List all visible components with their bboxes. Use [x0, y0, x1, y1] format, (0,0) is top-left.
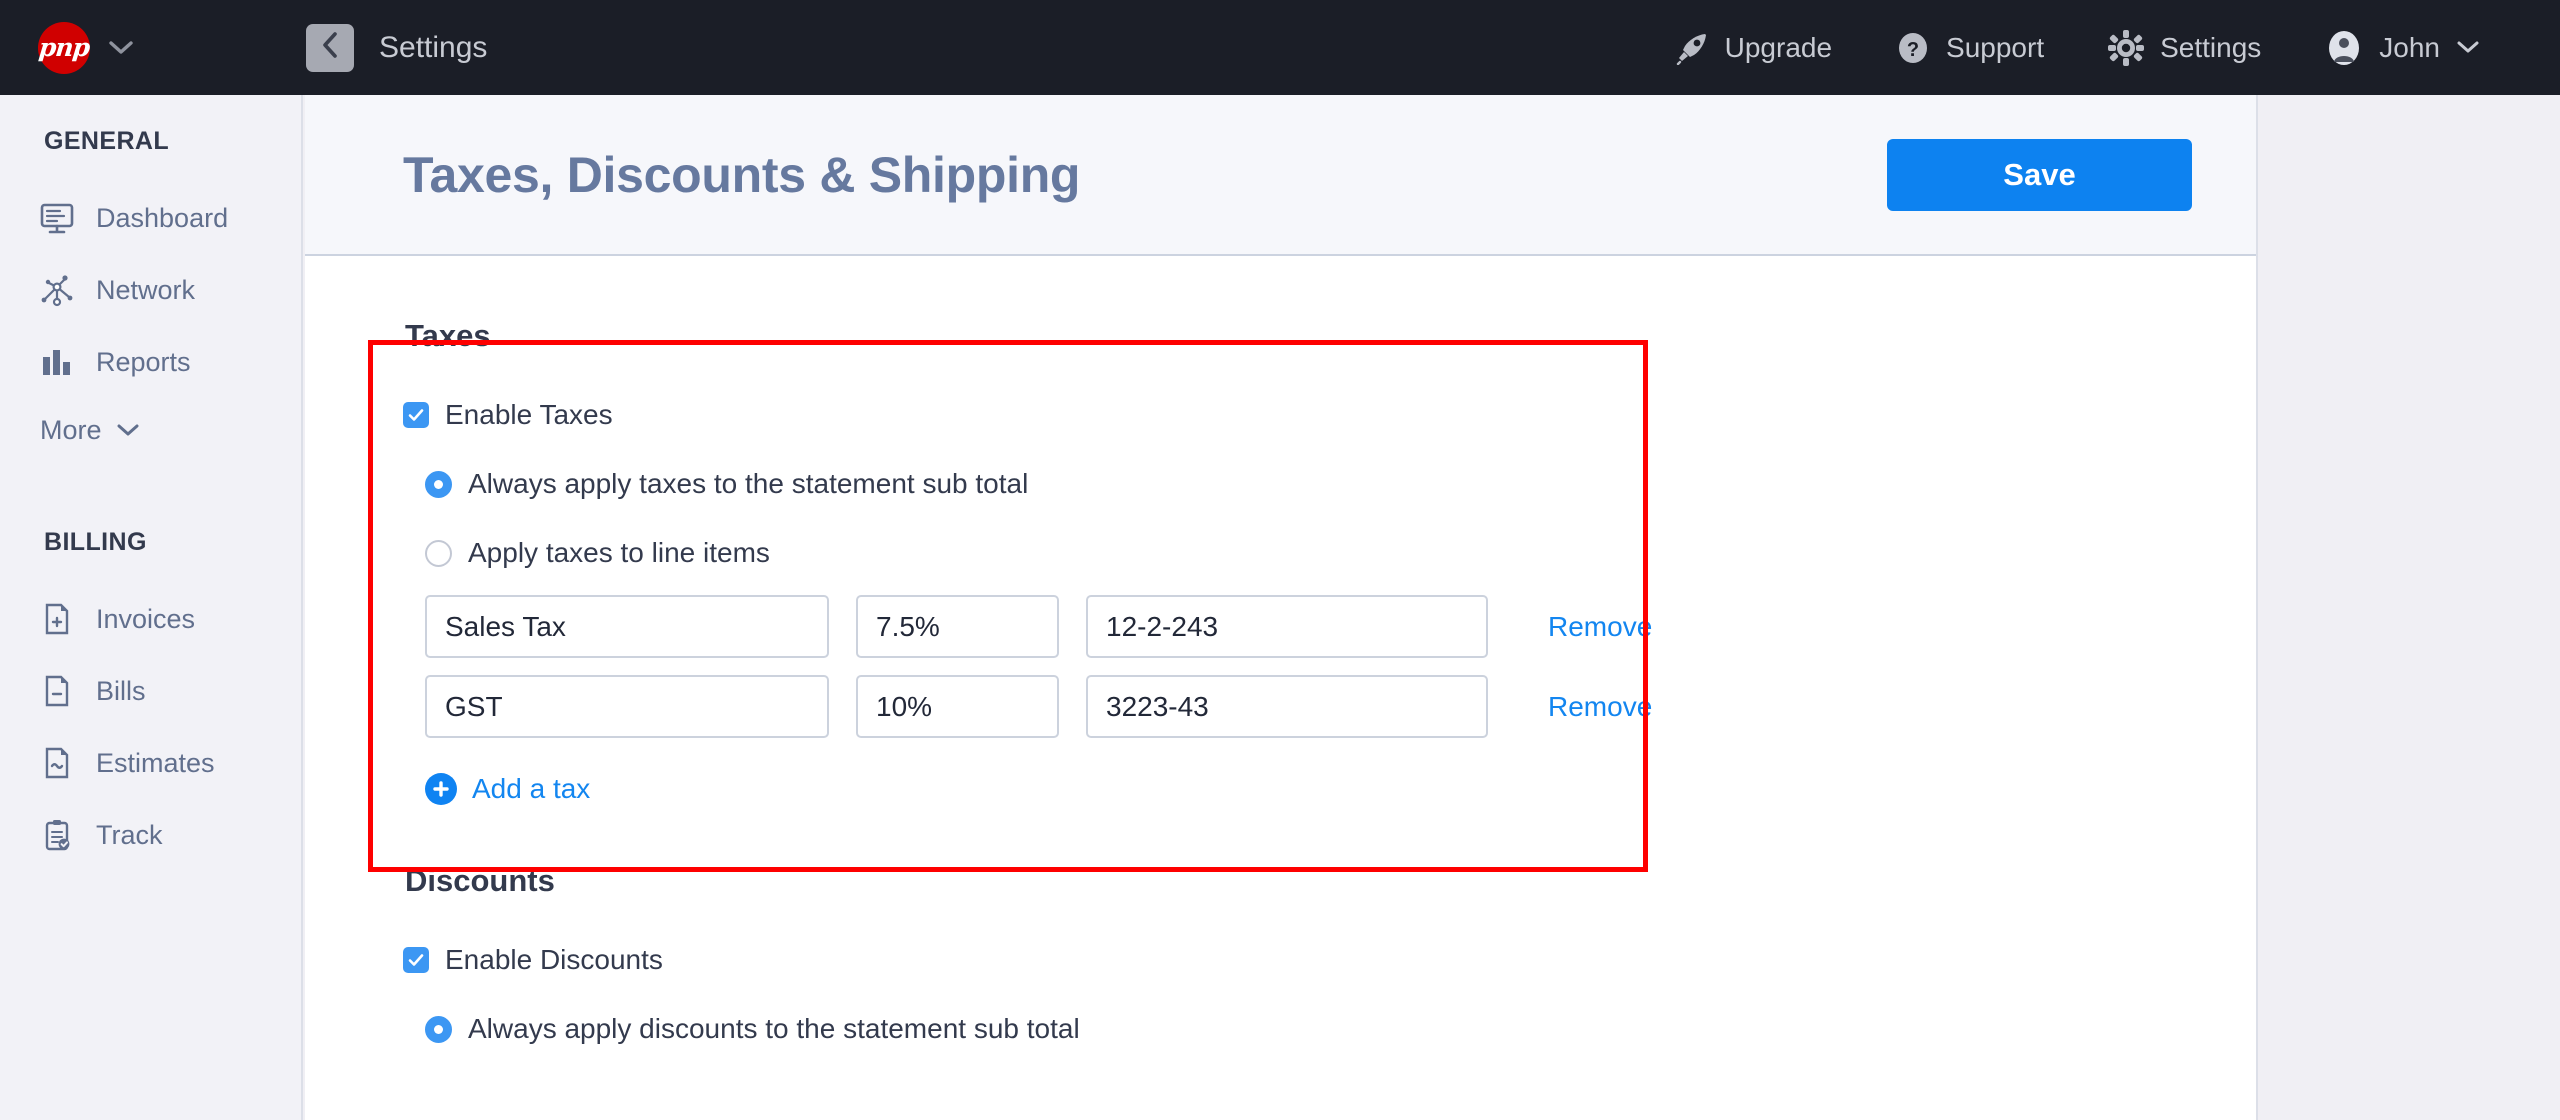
chevron-down-icon[interactable]: [2456, 40, 2480, 55]
enable-discounts-label: Enable Discounts: [445, 944, 663, 976]
chevron-left-icon: [320, 31, 340, 64]
tax-rate-input[interactable]: [856, 675, 1059, 738]
radio-button[interactable]: [425, 540, 452, 567]
top-bar: pnp Settings Upgrade: [0, 0, 2560, 95]
remove-tax-link[interactable]: Remove: [1548, 691, 1652, 723]
sidebar-heading-billing: BILLING: [0, 528, 301, 557]
question-circle-icon: ?: [1896, 31, 1930, 65]
check-icon: [406, 405, 426, 425]
sidebar-item-label: Reports: [96, 347, 191, 378]
check-icon: [406, 950, 426, 970]
bar-chart-icon: [40, 345, 74, 379]
settings-body: Taxes Enable Taxes Always apply taxes to…: [305, 256, 2256, 1045]
sidebar-item-estimates[interactable]: Estimates: [0, 727, 301, 799]
sidebar-item-track[interactable]: Track: [0, 799, 301, 871]
enable-discounts-checkbox[interactable]: [403, 947, 429, 973]
document-minus-icon: [40, 674, 74, 708]
enable-discounts-checkbox-row[interactable]: Enable Discounts: [403, 944, 2256, 976]
tax-option-line-items[interactable]: Apply taxes to line items: [425, 537, 2256, 569]
enable-taxes-label: Enable Taxes: [445, 399, 613, 431]
brand-logo-text: pnp: [37, 33, 90, 62]
taxes-section-title: Taxes: [405, 318, 2256, 354]
document-tilde-icon: [40, 746, 74, 780]
sidebar-item-reports[interactable]: Reports: [0, 326, 301, 398]
table-row: Remove: [425, 675, 2256, 738]
tax-number-input[interactable]: [1086, 595, 1488, 658]
nav-item-label: Support: [1946, 32, 2044, 64]
brand-logo-pnp[interactable]: pnp: [38, 22, 90, 74]
discount-option-statement-subtotal[interactable]: Always apply discounts to the statement …: [425, 1013, 2256, 1045]
discount-option-label: Always apply discounts to the statement …: [468, 1013, 1080, 1045]
topbar-nav: Upgrade ? Support: [1643, 0, 2512, 95]
rocket-icon: [1675, 31, 1709, 65]
discounts-section: Discounts Enable Discounts Always apply …: [403, 805, 2256, 1045]
nav-item-upgrade[interactable]: Upgrade: [1643, 31, 1864, 65]
radio-button-selected[interactable]: [425, 1016, 452, 1043]
sidebar-item-network[interactable]: Network: [0, 254, 301, 326]
sidebar-heading-general: GENERAL: [0, 127, 301, 156]
add-a-tax-button[interactable]: Add a tax: [425, 773, 2256, 805]
document-plus-icon: [40, 602, 74, 636]
sidebar: GENERAL Dashboard: [0, 95, 303, 1120]
sidebar-item-label: Estimates: [96, 748, 215, 779]
chevron-down-icon[interactable]: [108, 40, 134, 56]
topbar-section-title: Settings: [379, 31, 487, 65]
gear-icon: [2108, 30, 2144, 66]
plus-circle-icon: [425, 773, 457, 805]
remove-tax-link[interactable]: Remove: [1548, 611, 1652, 643]
clipboard-check-icon: [40, 818, 74, 852]
enable-taxes-checkbox-row[interactable]: Enable Taxes: [403, 399, 2256, 431]
enable-taxes-checkbox[interactable]: [403, 402, 429, 428]
tax-number-input[interactable]: [1086, 675, 1488, 738]
tax-option-statement-subtotal[interactable]: Always apply taxes to the statement sub …: [425, 468, 2256, 500]
taxes-section: Taxes Enable Taxes Always apply taxes to…: [403, 256, 2256, 805]
sidebar-item-label: Bills: [96, 676, 146, 707]
sidebar-more-toggle[interactable]: More: [0, 398, 301, 462]
network-nodes-icon: [40, 273, 74, 307]
nav-item-user[interactable]: John: [2293, 29, 2512, 67]
avatar-icon: [2325, 29, 2363, 67]
nav-item-label: Settings: [2160, 32, 2261, 64]
svg-text:?: ?: [1907, 39, 1919, 61]
sidebar-item-bills[interactable]: Bills: [0, 655, 301, 727]
add-a-tax-label: Add a tax: [472, 773, 590, 805]
tax-rows-table: Remove Remove: [425, 595, 2256, 738]
discounts-section-title: Discounts: [405, 863, 2256, 899]
sidebar-item-label: Network: [96, 275, 195, 306]
chevron-down-icon: [116, 423, 140, 438]
tax-option-label: Always apply taxes to the statement sub …: [468, 468, 1028, 500]
page-header: Taxes, Discounts & Shipping Save: [305, 95, 2256, 256]
table-row: Remove: [425, 595, 2256, 658]
radio-button-selected[interactable]: [425, 471, 452, 498]
nav-item-label: John: [2379, 32, 2440, 64]
save-button[interactable]: Save: [1887, 139, 2192, 211]
back-button[interactable]: [306, 24, 354, 72]
sidebar-item-invoices[interactable]: Invoices: [0, 583, 301, 655]
sidebar-item-dashboard[interactable]: Dashboard: [0, 182, 301, 254]
sidebar-item-label: Track: [96, 820, 163, 851]
content-panel: Taxes, Discounts & Shipping Save Taxes E…: [305, 95, 2258, 1120]
sidebar-item-label: Invoices: [96, 604, 195, 635]
tax-rate-input[interactable]: [856, 595, 1059, 658]
page-title: Taxes, Discounts & Shipping: [403, 146, 1080, 204]
sidebar-more-label: More: [40, 415, 102, 446]
tax-name-input[interactable]: [425, 675, 829, 738]
sidebar-item-label: Dashboard: [96, 203, 228, 234]
nav-item-support[interactable]: ? Support: [1864, 31, 2076, 65]
nav-item-label: Upgrade: [1725, 32, 1832, 64]
nav-item-settings[interactable]: Settings: [2076, 30, 2293, 66]
monitor-icon: [40, 201, 74, 235]
tax-option-label: Apply taxes to line items: [468, 537, 770, 569]
tax-name-input[interactable]: [425, 595, 829, 658]
brand-area[interactable]: pnp: [0, 0, 302, 95]
